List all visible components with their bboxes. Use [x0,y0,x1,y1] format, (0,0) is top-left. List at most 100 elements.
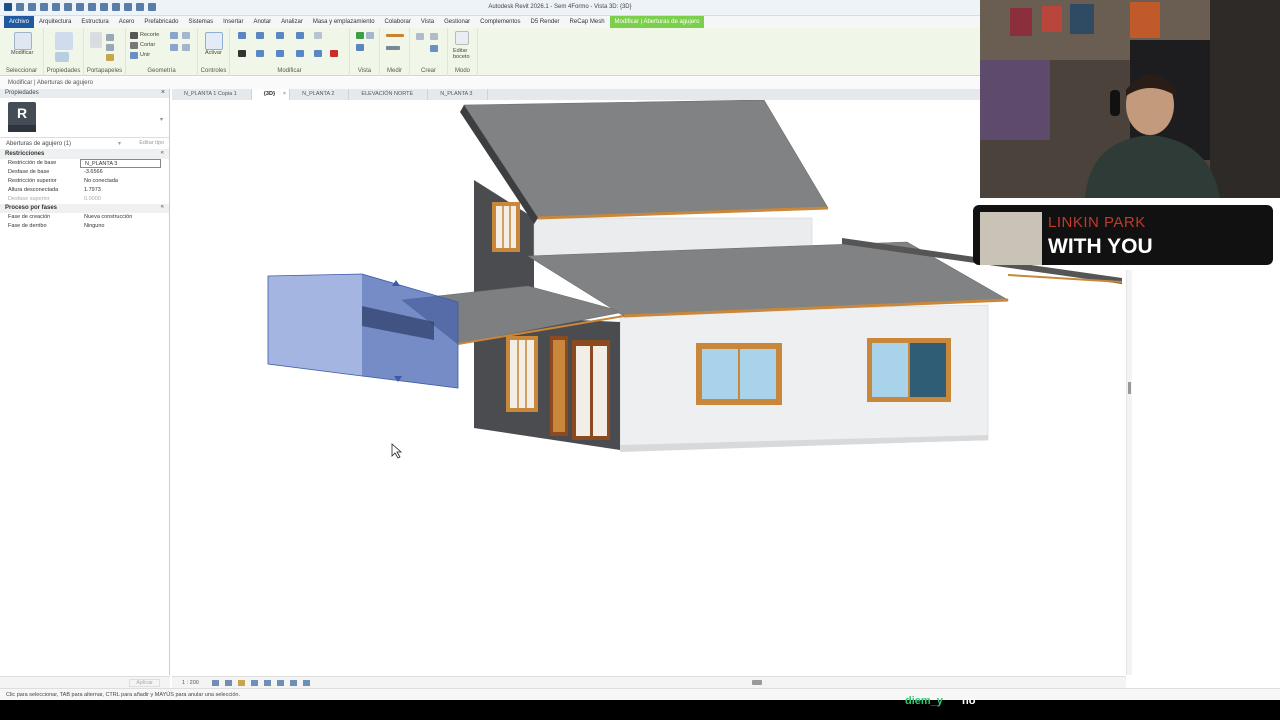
instance-filter[interactable]: Aberturas de agujero (1) ▾ Editar tipo [0,138,169,150]
shadows-icon[interactable] [251,680,258,686]
tab-complementos[interactable]: Complementos [475,16,525,28]
visual-style-icon[interactable] [225,680,232,686]
property-key: Restricción superior [8,178,57,184]
paste-icon[interactable] [90,32,102,48]
array-icon[interactable] [314,50,322,57]
cut-clipboard-icon[interactable] [106,34,114,41]
offset-icon[interactable] [256,32,264,39]
tab-prefabricado[interactable]: Prefabricado [139,16,183,28]
scroll-thumb[interactable] [1128,382,1131,394]
temporary-hide-icon[interactable] [290,680,297,686]
paint-icon[interactable] [182,32,190,39]
trim-icon[interactable] [296,50,304,57]
cope-icon[interactable] [130,32,138,39]
tab-n-planta-1-copia[interactable]: N_PLANTA 1 Copia 1 [172,89,252,100]
split-face-icon[interactable] [170,32,178,39]
tab-recap-mesh[interactable]: ReCap Mesh [565,16,610,28]
close-icon[interactable]: × [283,89,286,100]
move-icon[interactable] [238,50,246,57]
apply-button[interactable]: Aplicar [129,679,160,687]
modify-label[interactable]: Modificar [11,50,33,56]
dimension-icon[interactable] [386,46,400,50]
chevron-down-icon[interactable]: ▾ [160,116,163,123]
tab-archivo[interactable]: Archivo [4,16,35,28]
panel-label: Portapapeles [86,68,123,74]
base-constraint-field[interactable]: N_PLANTA 3 [80,159,161,168]
edit-sketch-icon[interactable] [455,31,469,45]
detail-level-icon[interactable] [212,680,219,686]
hide-icon[interactable] [356,32,364,39]
chevron-down-icon[interactable]: ▾ [118,140,121,147]
sun-path-icon[interactable] [238,680,245,686]
tab-n-planta-3[interactable]: N_PLANTA 3 [428,89,488,100]
group-fases[interactable]: Proceso por fases [0,204,169,213]
tab-d5-render[interactable]: D5 Render [526,16,565,28]
align-icon[interactable] [238,32,246,39]
activar-label[interactable]: Activar [205,50,222,56]
linework-icon[interactable] [356,44,364,51]
phase-created-field[interactable]: Nueva construcción [80,213,169,222]
vertical-scrollbar[interactable] [1126,270,1132,675]
tab-n-planta-2[interactable]: N_PLANTA 2 [290,89,350,100]
crop-view-icon[interactable] [264,680,271,686]
unir-label[interactable]: Unir [140,52,150,58]
edit-type-button[interactable]: Editar tipo [139,140,164,146]
create-similar-icon[interactable] [430,45,438,52]
tab-colaborar[interactable]: Colaborar [380,16,416,28]
tab-anotar[interactable]: Anotar [248,16,276,28]
type-selector[interactable]: R ▾ [0,98,169,138]
tab-estructura[interactable]: Estructura [76,16,113,28]
editar-boceto-label[interactable]: Editar boceto [453,48,477,60]
base-offset-field[interactable]: -3.6566 [80,168,169,177]
copy-element-icon[interactable] [256,50,264,57]
view-scale[interactable]: 1 : 200 [182,680,199,686]
recorte-label[interactable]: Recorte [140,32,159,38]
modify-cursor-icon[interactable] [14,32,32,50]
group-restricciones[interactable]: Restricciones [0,150,169,159]
tab-gestionar[interactable]: Gestionar [439,16,475,28]
mirror-draw-icon[interactable] [296,32,304,39]
lock-view-icon[interactable] [277,680,284,686]
panel-geometria: Recorte Cortar Unir Geometría [126,28,198,76]
override-icon[interactable] [366,32,374,39]
property-row: Fase de derribo Ninguno [0,222,169,231]
tab-sistemas[interactable]: Sistemas [183,16,218,28]
horizontal-scroll-thumb[interactable] [752,680,762,685]
tab-elevacion-norte[interactable]: ELEVACIÓN NORTE [349,89,429,100]
mirror-axis-icon[interactable] [276,32,284,39]
tab-arquitectura[interactable]: Arquitectura [34,16,76,28]
create-group-icon[interactable] [430,33,438,40]
unconnected-height-field[interactable]: 1.7973 [80,186,169,195]
tab-3d[interactable]: {3D} × [251,89,291,100]
copy-icon[interactable] [106,44,114,51]
phase-demolished-field[interactable]: Ninguno [80,222,169,231]
wall-joins-icon[interactable] [170,44,178,51]
create-part-icon[interactable] [416,33,424,40]
type-properties-icon[interactable] [55,32,73,50]
split-icon[interactable] [314,32,322,39]
reveal-hidden-icon[interactable] [303,680,310,686]
status-text: Clic para seleccionar, TAB para alternar… [6,692,240,698]
tab-modificar-aberturas[interactable]: Modificar | Aberturas de agujero [609,16,705,28]
rotate-icon[interactable] [276,50,284,57]
remove-paint-icon[interactable] [182,44,190,51]
measure-tool-icon[interactable] [386,34,404,37]
match-type-icon[interactable] [106,54,114,61]
tab-masa[interactable]: Masa y emplazamiento [308,16,380,28]
cut-geometry-icon[interactable] [130,42,138,49]
stream-bottom-bar [0,700,1280,720]
close-icon[interactable]: × [161,89,165,96]
top-constraint-field[interactable]: No conectada [80,177,169,186]
properties-icon[interactable] [55,52,69,62]
activate-controls-icon[interactable] [205,32,223,50]
delete-icon[interactable] [330,50,338,57]
tab-insertar[interactable]: Insertar [218,16,248,28]
entry-door-panel [553,340,565,432]
cortar-label[interactable]: Cortar [140,42,155,48]
join-icon[interactable] [130,52,138,59]
panel-label[interactable]: Seleccionar [0,68,43,74]
tab-analizar[interactable]: Analizar [276,16,308,28]
panel-seleccionar: Modificar Seleccionar [0,28,44,76]
tab-vista[interactable]: Vista [416,16,439,28]
tab-acero[interactable]: Acero [114,16,140,28]
